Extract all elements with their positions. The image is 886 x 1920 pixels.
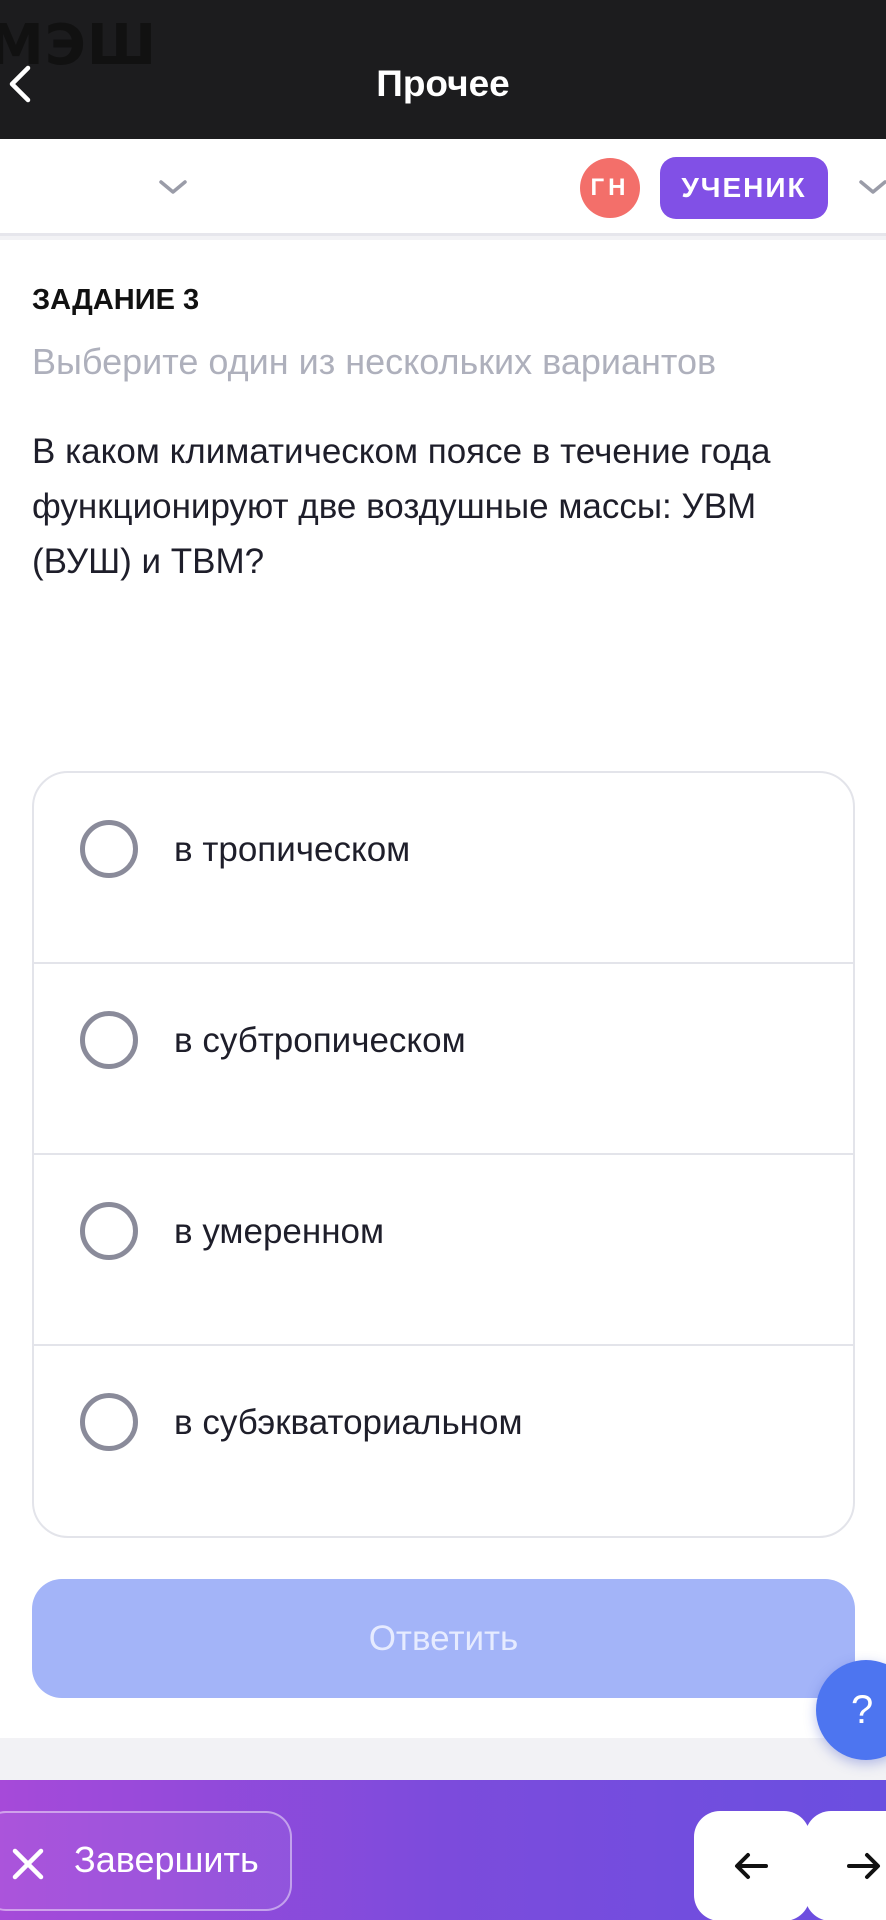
radio-button[interactable] xyxy=(80,1011,138,1069)
finish-label[interactable]: Завершить xyxy=(74,1838,259,1882)
role-badge[interactable]: УЧЕНИК xyxy=(660,157,828,219)
answer-options: в тропическом в субтропическом в умеренн… xyxy=(32,771,855,1538)
answer-option[interactable]: в субэкваториальном xyxy=(34,1346,853,1536)
task-title: ЗАДАНИЕ 3 xyxy=(32,284,200,316)
arrow-right-icon xyxy=(847,1853,880,1879)
mesh-logo[interactable]: МЭШ xyxy=(0,16,157,76)
submit-answer-button[interactable]: Ответить xyxy=(32,1579,855,1698)
radio-button[interactable] xyxy=(80,1202,138,1260)
chevron-down-icon[interactable] xyxy=(855,172,886,202)
previous-task-button[interactable] xyxy=(694,1811,810,1920)
option-label: в тропическом xyxy=(174,830,411,869)
answer-option[interactable]: в умеренном xyxy=(34,1155,853,1346)
option-label: в умеренном xyxy=(174,1212,385,1251)
next-task-button[interactable] xyxy=(805,1811,886,1920)
answer-option[interactable]: в субтропическом xyxy=(34,964,853,1155)
option-label: в субэкваториальном xyxy=(174,1403,523,1442)
answer-option[interactable]: в тропическом xyxy=(34,773,853,964)
avatar[interactable]: ГН xyxy=(580,158,640,218)
radio-button[interactable] xyxy=(80,1393,138,1451)
radio-button[interactable] xyxy=(80,820,138,878)
arrow-left-icon xyxy=(735,1853,768,1879)
chevron-down-icon[interactable] xyxy=(155,172,191,202)
option-label: в субтропическом xyxy=(174,1021,466,1060)
close-icon[interactable] xyxy=(8,1844,48,1884)
question-text: В каком климатическом поясе в течение го… xyxy=(32,432,771,581)
help-label: ? xyxy=(851,1687,874,1732)
task-instruction: Выберите один из нескольких вариантов xyxy=(32,341,717,382)
